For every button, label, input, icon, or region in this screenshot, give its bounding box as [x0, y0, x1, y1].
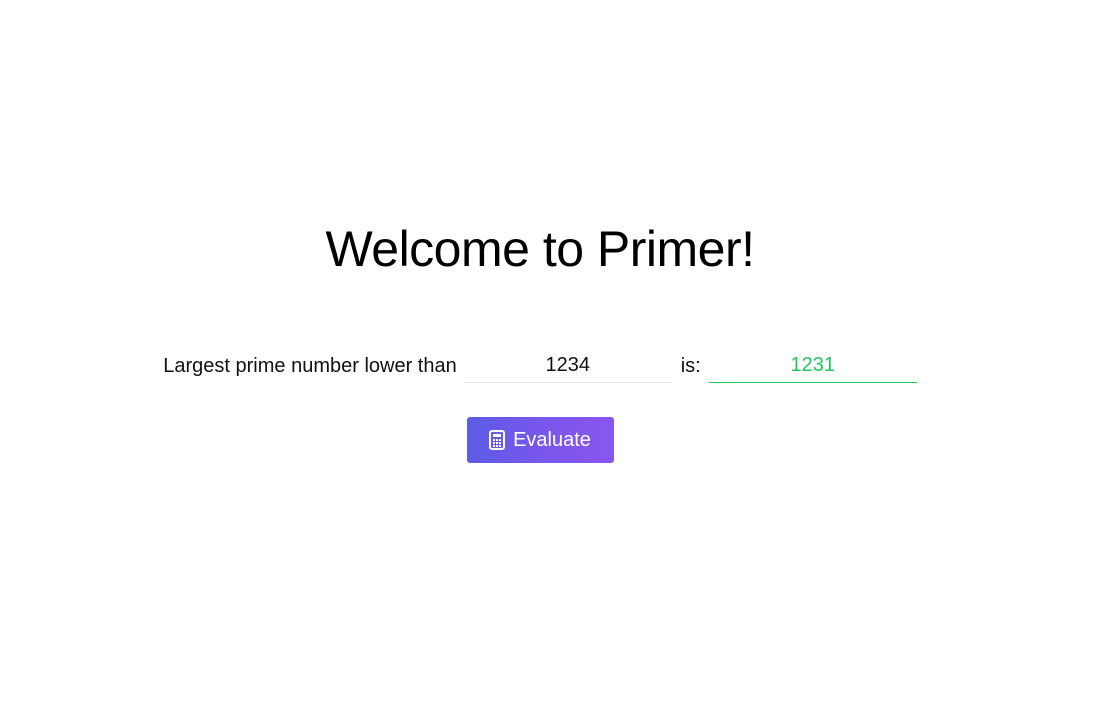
page-title: Welcome to Primer!	[325, 221, 755, 277]
prime-query-row: Largest prime number lower than is:	[0, 346, 1080, 386]
number-input[interactable]	[463, 349, 672, 383]
app-page: Welcome to Primer! Largest prime number …	[0, 0, 1102, 726]
calculator-icon	[489, 430, 506, 450]
evaluate-button-label: Evaluate	[513, 428, 591, 451]
is-label: is:	[680, 355, 701, 377]
lower-than-label: Largest prime number lower than	[163, 355, 457, 377]
prime-result-field	[708, 349, 917, 383]
evaluate-button-container: Evaluate	[0, 417, 1080, 463]
evaluate-button[interactable]: Evaluate	[466, 417, 614, 463]
